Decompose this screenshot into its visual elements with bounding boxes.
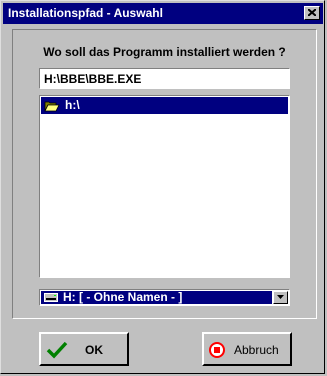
installation-path-dialog: Installationspfad - Auswahl Wo soll das … <box>0 0 325 374</box>
drive-select-label: H: [ - Ohne Namen - ] <box>63 290 183 304</box>
install-path-input[interactable] <box>39 68 290 89</box>
close-button[interactable] <box>304 6 320 20</box>
drive-icon <box>44 293 58 302</box>
drive-select-value[interactable]: H: [ - Ohne Namen - ] <box>41 290 272 304</box>
ok-button[interactable]: OK <box>39 332 129 366</box>
stop-icon <box>209 342 225 358</box>
dropdown-button[interactable] <box>273 291 288 304</box>
close-icon <box>308 9 316 16</box>
checkmark-icon <box>46 341 68 359</box>
chevron-down-icon <box>277 295 284 299</box>
list-item-label: h:\ <box>65 98 80 112</box>
open-folder-icon <box>44 101 60 112</box>
directory-listbox[interactable]: h:\ <box>39 95 290 278</box>
ok-button-label: OK <box>85 343 103 357</box>
title-bar[interactable]: Installationspfad - Auswahl <box>3 3 323 24</box>
cancel-button-label: Abbruch <box>234 343 279 357</box>
window-title: Installationspfad - Auswahl <box>8 6 163 20</box>
list-item[interactable]: h:\ <box>41 97 288 114</box>
install-question: Wo soll das Programm installiert werden … <box>43 45 286 59</box>
drive-select[interactable]: H: [ - Ohne Namen - ] <box>39 289 290 306</box>
cancel-button[interactable]: Abbruch <box>202 332 292 366</box>
